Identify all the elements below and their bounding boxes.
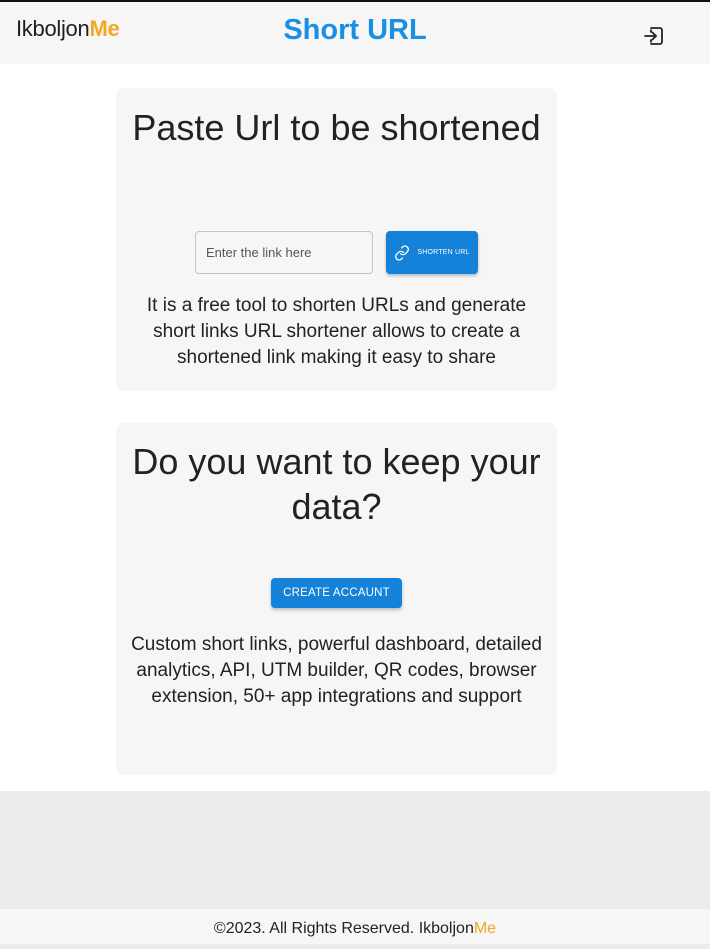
shorten-url-card: Paste Url to be shortened SHORTEN URL It…	[116, 88, 557, 391]
shorten-card-heading: Paste Url to be shortened	[132, 107, 541, 148]
footer-brand-suffix: Me	[473, 920, 497, 937]
app-header: IkboljonMe Short URL	[0, 2, 710, 64]
shorten-card-description: It is a free tool to shorten URLs and ge…	[146, 295, 527, 368]
url-input[interactable]	[195, 231, 373, 274]
login-button[interactable]	[640, 22, 668, 50]
brand-logo[interactable]: IkboljonMe	[16, 16, 120, 42]
account-card-heading: Do you want to keep your data?	[132, 441, 541, 527]
link-icon	[395, 244, 410, 261]
copyright-text: ©2023. All Rights Reserved. Ikboljon	[213, 920, 474, 937]
create-account-button[interactable]: CREATE ACCAUNT	[271, 578, 402, 608]
create-account-card: Do you want to keep your data? CREATE AC…	[116, 423, 557, 775]
account-card-description: Custom short links, powerful dashboard, …	[131, 634, 542, 707]
main-content: Paste Url to be shortened SHORTEN URL It…	[0, 64, 710, 791]
page-footer: ©2023. All Rights Reserved. IkboljonMe	[0, 909, 710, 944]
brand-name: Ikboljon	[16, 16, 90, 41]
login-icon	[644, 27, 663, 45]
brand-suffix: Me	[89, 16, 120, 41]
shorten-url-button[interactable]: SHORTEN URL	[386, 231, 478, 274]
shorten-url-button-label: SHORTEN URL	[417, 249, 470, 256]
